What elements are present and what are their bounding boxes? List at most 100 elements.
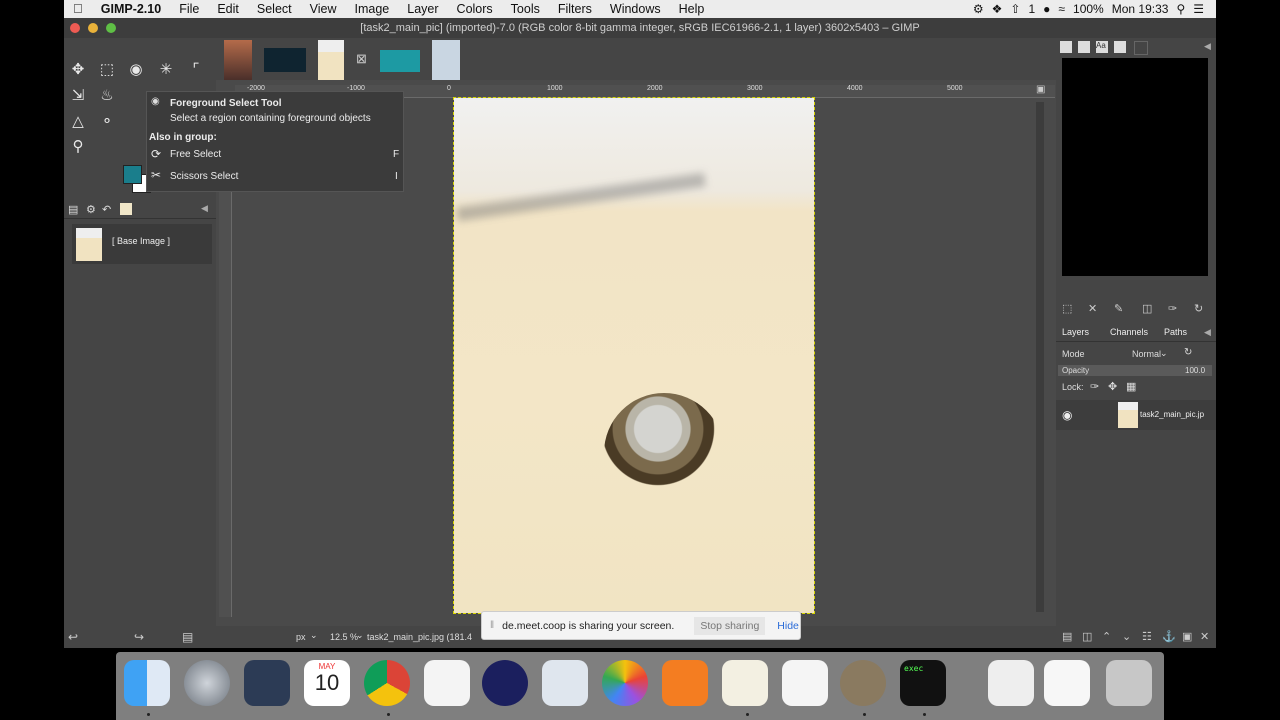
opacity-slider[interactable]: Opacity 100.0 <box>1058 365 1212 376</box>
image-tab-4[interactable] <box>380 50 420 72</box>
chrome-icon[interactable] <box>364 660 410 706</box>
input-indicator[interactable]: 1 <box>1028 2 1035 16</box>
undo-history-tab-icon[interactable]: ↶ <box>102 203 111 216</box>
menu-colors[interactable]: Colors <box>448 0 502 18</box>
finder-icon[interactable] <box>124 660 170 706</box>
menu-file[interactable]: File <box>170 0 208 18</box>
document-history-tab-icon[interactable] <box>1114 41 1126 53</box>
menu-image[interactable]: Image <box>346 0 399 18</box>
image-tab-5[interactable] <box>432 40 460 80</box>
vertical-scrollbar[interactable] <box>1036 102 1044 612</box>
image-tab-thumb[interactable] <box>120 203 132 215</box>
menu-help[interactable]: Help <box>670 0 714 18</box>
document-icon[interactable] <box>988 660 1034 706</box>
calendar-icon[interactable]: MAY 10 <box>304 660 350 706</box>
drag-handle-icon[interactable]: ‖ <box>490 620 494 631</box>
location-icon[interactable]: ● <box>1043 2 1050 16</box>
menu-layer[interactable]: Layer <box>398 0 447 18</box>
menu-view[interactable]: View <box>301 0 346 18</box>
tab-layers[interactable]: Layers <box>1062 327 1089 337</box>
panel-menu-icon[interactable]: ◀ <box>201 203 208 214</box>
image-tab-1[interactable] <box>224 40 252 80</box>
zoom-follow-icon[interactable]: ▣ <box>1036 84 1048 96</box>
base-image-item[interactable]: [ Base Image ] <box>72 224 212 264</box>
undo-icon[interactable]: ↩ <box>68 630 78 644</box>
gimp-icon[interactable] <box>840 660 886 706</box>
delete-layer-icon[interactable]: ✕ <box>1200 630 1209 643</box>
patterns-tab-icon[interactable] <box>1078 41 1090 53</box>
menu-tools[interactable]: Tools <box>502 0 549 18</box>
launchpad-icon[interactable] <box>184 660 230 706</box>
delete-icon[interactable]: ✕ <box>1088 302 1097 315</box>
battery-label[interactable]: 100% <box>1073 2 1104 16</box>
reminders-icon[interactable] <box>424 660 470 706</box>
notification-icon[interactable]: ☰ <box>1193 2 1204 16</box>
layer-row[interactable]: ◉ task2_main_pic.jp <box>1056 400 1216 430</box>
close-window-button[interactable] <box>70 23 80 33</box>
scissors-select-item[interactable]: ✂ Scissors Select I <box>147 166 403 186</box>
tool-options-tab-icon[interactable]: ⚙ <box>86 203 96 216</box>
image-canvas[interactable] <box>453 97 815 614</box>
tab-channels[interactable]: Channels <box>1110 327 1148 337</box>
app-menu[interactable]: GIMP-2.10 <box>92 0 170 18</box>
select-icon[interactable]: ⬚ <box>1062 302 1072 315</box>
reset-mode-icon[interactable]: ↻ <box>1184 347 1192 358</box>
ibooks-icon[interactable] <box>662 660 708 706</box>
refresh-icon[interactable]: ↻ <box>1194 302 1203 315</box>
apple-icon[interactable]:  <box>64 0 92 18</box>
textedit-icon[interactable] <box>722 660 768 706</box>
zoom-window-button[interactable] <box>106 23 116 33</box>
bucket-fill-tool-icon[interactable]: ♨ <box>96 85 118 107</box>
fuzzy-select-tool-icon[interactable]: ✳ <box>155 59 177 81</box>
anchor-layer-icon[interactable]: ⚓ <box>1162 630 1176 643</box>
extra-tab-icon[interactable] <box>1134 41 1148 55</box>
menu-edit[interactable]: Edit <box>208 0 248 18</box>
dropbox-icon[interactable]: ❖ <box>992 2 1003 16</box>
downloads-icon[interactable] <box>1044 660 1090 706</box>
close-tab-icon[interactable]: ⊠ <box>356 52 370 66</box>
smudge-tool-icon[interactable]: ⚬ <box>96 111 118 133</box>
warp-tool-icon[interactable]: ⇲ <box>67 85 89 107</box>
unit-dropdown[interactable]: px <box>296 632 306 642</box>
chevron-down-icon[interactable]: ⌄ <box>310 630 318 641</box>
image-tab-active[interactable] <box>318 40 344 80</box>
chevron-down-icon[interactable]: ⌄ <box>1160 348 1168 359</box>
mode-dropdown[interactable]: Normal <box>1132 349 1161 359</box>
dashboard-icon[interactable] <box>244 660 290 706</box>
image-tab-2[interactable] <box>264 48 306 72</box>
clock[interactable]: Mon 19:33 <box>1112 2 1169 16</box>
foreground-color-swatch[interactable] <box>123 165 142 184</box>
foreground-select-tool-icon[interactable]: ◉ <box>125 59 147 81</box>
menu-filters[interactable]: Filters <box>549 0 601 18</box>
navigation-preview[interactable] <box>1062 58 1208 276</box>
clear-history-icon[interactable]: ▤ <box>182 630 193 644</box>
zoom-tool-icon[interactable]: ⚲ <box>67 136 89 158</box>
menu-windows[interactable]: Windows <box>601 0 670 18</box>
trash-icon[interactable] <box>1106 660 1152 706</box>
lock-position-icon[interactable]: ✥ <box>1108 380 1117 393</box>
upload-icon[interactable]: ⇧ <box>1010 2 1020 16</box>
chevron-down-icon[interactable]: ⌄ <box>356 630 364 641</box>
zoom-dropdown[interactable]: 12.5 % <box>330 632 358 642</box>
system-icon[interactable]: ⚙ <box>973 2 984 16</box>
rect-select-tool-icon[interactable]: ⬚ <box>96 59 118 81</box>
libreoffice-icon[interactable] <box>782 660 828 706</box>
photos-icon[interactable] <box>602 660 648 706</box>
audacity-icon[interactable] <box>482 660 528 706</box>
menu-select[interactable]: Select <box>248 0 301 18</box>
new-layer-icon[interactable]: ▤ <box>1062 630 1072 643</box>
mask-icon[interactable]: ▣ <box>1182 630 1192 643</box>
spotlight-icon[interactable]: ⚲ <box>1176 2 1185 16</box>
new-group-icon[interactable]: ◫ <box>1082 630 1092 643</box>
free-select-item[interactable]: ⟳ Free Select F <box>147 144 403 164</box>
redo-icon[interactable]: ↪ <box>134 630 144 644</box>
preview-icon[interactable] <box>542 660 588 706</box>
lock-pixels-icon[interactable]: ✑ <box>1090 380 1099 393</box>
duplicate-icon[interactable]: ◫ <box>1142 302 1152 315</box>
hide-button[interactable]: Hide <box>777 620 799 632</box>
terminal-icon[interactable]: exec <box>900 660 946 706</box>
move-tool-icon[interactable]: ✥ <box>67 59 89 81</box>
tab-paths[interactable]: Paths <box>1164 327 1187 337</box>
layers-menu-icon[interactable]: ◀ <box>1204 327 1211 338</box>
crop-tool-icon[interactable]: ⌜ <box>185 59 207 81</box>
